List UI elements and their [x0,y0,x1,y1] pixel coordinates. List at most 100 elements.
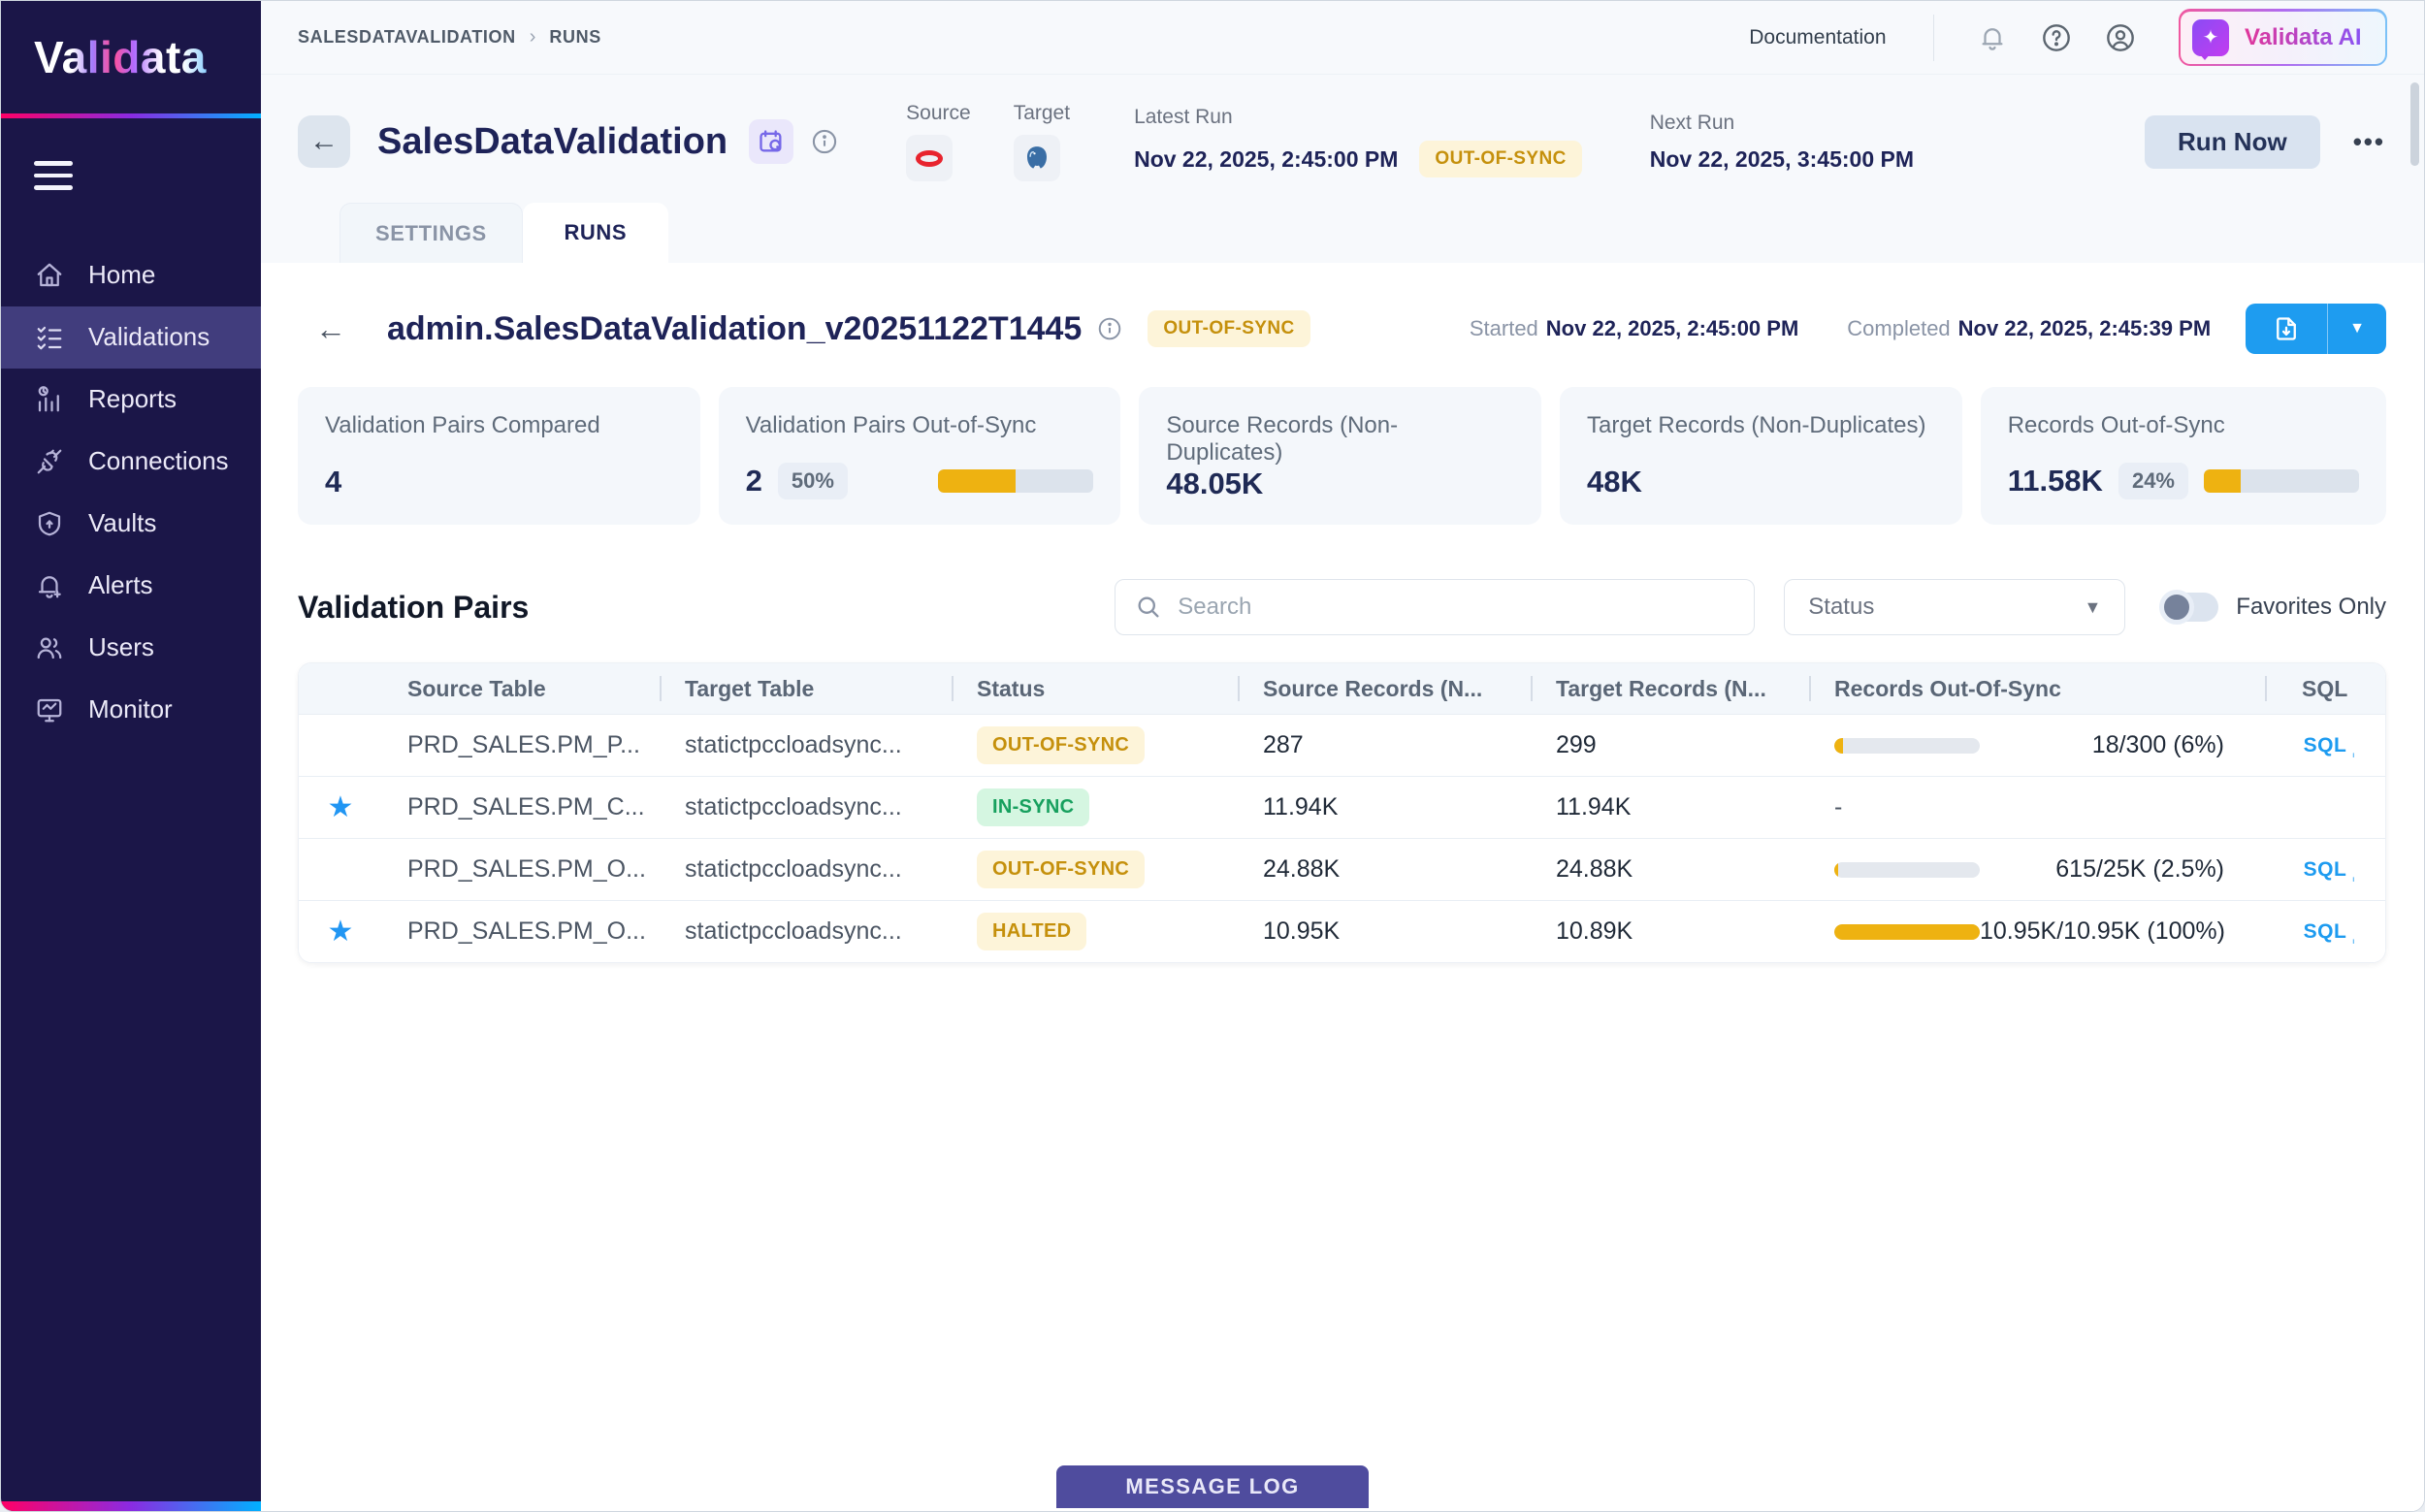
oos-progress-bar [1834,924,1980,940]
cell-target-table: statictpccloadsync... [660,731,952,759]
table-row[interactable]: PRD_SALES.PM_P... statictpccloadsync... … [299,714,2385,776]
stat-label: Validation Pairs Out-of-Sync [746,412,1094,439]
run-header: ← admin.SalesDataValidation_v20251122T14… [298,304,2386,354]
table-row[interactable]: ★ PRD_SALES.PM_O... statictpccloadsync..… [299,900,2385,962]
sql-download-icon[interactable]: SQL↓ [2304,858,2347,882]
favorite-star-icon[interactable]: ★ [299,790,382,824]
status-filter-label: Status [1808,594,1874,621]
column-header-records-out-of-sync[interactable]: Records Out-Of-Sync [1809,676,2265,702]
search-input[interactable] [1178,594,1734,621]
run-back-arrow[interactable]: ← [315,311,346,347]
cell-sql: SQL↓ [2265,734,2385,757]
stat-label: Target Records (Non-Duplicates) [1587,412,1935,439]
info-icon[interactable] [811,128,838,155]
logo-text: Validata [34,31,207,83]
help-icon[interactable] [2037,18,2076,57]
sidebar-item-connections[interactable]: Connections [1,431,261,493]
search-icon [1135,594,1162,621]
sidebar-item-alerts[interactable]: Alerts [1,555,261,617]
sql-download-icon[interactable]: SQL↓ [2304,920,2347,944]
home-icon [34,260,65,291]
app-window: Validata Home Validations Reports [0,0,2425,1512]
column-header-sql[interactable]: SQL [2265,676,2385,702]
status-filter-select[interactable]: Status ▼ [1784,579,2125,635]
schedule-sync-icon[interactable] [749,119,793,164]
run-now-button[interactable]: Run Now [2145,115,2320,169]
cell-status: OUT-OF-SYNC [952,851,1238,888]
back-button[interactable]: ← [298,115,350,168]
breadcrumb-item[interactable]: RUNS [549,27,600,48]
sidebar-item-validations[interactable]: Validations [1,306,261,369]
stat-card-pairs-out-of-sync: Validation Pairs Out-of-Sync 2 50% [719,387,1121,525]
export-report-icon[interactable] [2246,304,2327,354]
oos-text: 615/25K (2.5%) [2055,855,2224,884]
scrollbar[interactable] [2410,82,2419,166]
documentation-link[interactable]: Documentation [1749,26,1886,49]
stat-card-target-records: Target Records (Non-Duplicates) 48K [1560,387,1962,525]
sidebar-item-users[interactable]: Users [1,617,261,679]
favorites-toggle[interactable] [2162,593,2218,622]
stat-value: 48.05K [1166,466,1263,501]
cell-source-records: 10.95K [1238,917,1531,946]
stat-label: Validation Pairs Compared [325,412,673,439]
stat-percentage-pill: 50% [778,463,848,499]
cell-target-table: statictpccloadsync... [660,793,952,821]
export-split-button[interactable]: ▼ [2246,304,2386,354]
run-status-badge: OUT-OF-SYNC [1148,310,1310,347]
cell-target-table: statictpccloadsync... [660,855,952,884]
status-badge: IN-SYNC [977,788,1089,826]
sidebar-item-label: Alerts [88,570,152,600]
target-block: Target [1014,102,1070,181]
message-log-button[interactable]: MESSAGE LOG [1056,1465,1369,1508]
hamburger-menu-icon[interactable] [34,161,73,190]
source-block: Source [906,102,971,181]
table-header-row: Source Table Target Table Status Source … [299,663,2385,714]
oos-progress-bar [1834,862,1980,878]
stat-progress-bar [2204,469,2359,493]
search-box[interactable] [1115,579,1755,635]
logo[interactable]: Validata [1,1,261,113]
favorite-star-icon[interactable]: ★ [299,915,382,949]
table-row[interactable]: PRD_SALES.PM_O... statictpccloadsync... … [299,838,2385,900]
postgresql-icon [1014,135,1060,181]
cell-status: IN-SYNC [952,788,1238,826]
more-options-icon[interactable]: ••• [2353,127,2385,157]
table-row[interactable]: ★ PRD_SALES.PM_C... statictpccloadsync..… [299,776,2385,838]
sidebar-item-reports[interactable]: Reports [1,369,261,431]
column-header-source-table[interactable]: Source Table [382,676,660,702]
run-info-icon[interactable] [1097,316,1122,341]
sidebar-bottom-gradient [1,1501,261,1511]
sidebar-item-vaults[interactable]: Vaults [1,493,261,555]
oos-text: 18/300 (6%) [2092,731,2224,759]
sidebar-item-label: Vaults [88,508,156,538]
validata-ai-button[interactable]: ✦ Validata AI [2179,9,2388,66]
column-header-target-records[interactable]: Target Records (N... [1531,676,1809,702]
bell-plus-icon [34,570,65,601]
export-dropdown-caret[interactable]: ▼ [2327,304,2386,354]
stat-label: Source Records (Non-Duplicates) [1166,412,1514,466]
column-header-status[interactable]: Status [952,676,1238,702]
sidebar-item-monitor[interactable]: Monitor [1,679,261,741]
notifications-bell-icon[interactable] [1973,18,2012,57]
cell-target-records: 299 [1531,731,1809,759]
stat-value: 48K [1587,465,1642,499]
shield-icon [34,508,65,539]
page-title: SalesDataValidation [377,121,728,163]
column-header-source-records[interactable]: Source Records (N... [1238,676,1531,702]
tab-settings[interactable]: SETTINGS [340,203,523,263]
status-badge: HALTED [977,913,1086,950]
sidebar-item-home[interactable]: Home [1,244,261,306]
status-badge: OUT-OF-SYNC [977,851,1145,888]
sidebar-item-label: Connections [88,446,229,476]
cell-target-records: 11.94K [1531,793,1809,821]
account-icon[interactable] [2101,18,2140,57]
sql-download-icon[interactable]: SQL↓ [2304,734,2347,757]
stat-value: 11.58K [2008,464,2103,499]
breadcrumb-item[interactable]: SALESDATAVALIDATION [298,27,516,48]
cell-source-records: 287 [1238,731,1531,759]
column-header-target-table[interactable]: Target Table [660,676,952,702]
cell-status: HALTED [952,913,1238,950]
sidebar-item-label: Home [88,260,155,290]
cell-source-records: 11.94K [1238,793,1531,821]
tab-runs[interactable]: RUNS [523,203,668,263]
